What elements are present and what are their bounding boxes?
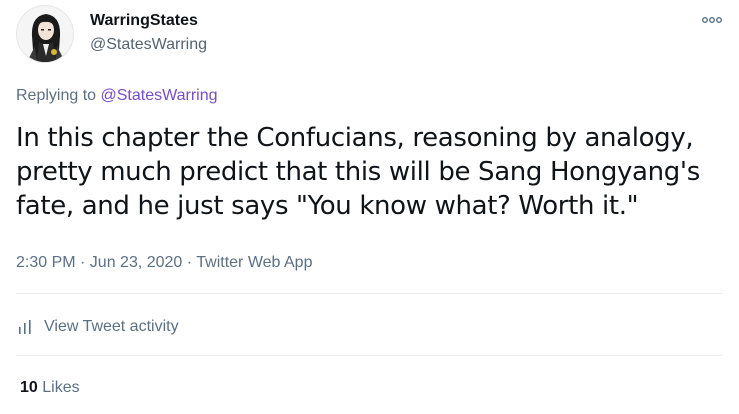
divider bbox=[16, 293, 723, 294]
tweet-text-line: fate, and he just says "You know what? W… bbox=[16, 191, 639, 221]
likes-label: Likes bbox=[42, 379, 80, 396]
likes-stat[interactable]: 10 Likes bbox=[20, 378, 80, 398]
view-tweet-activity-button[interactable]: View Tweet activity bbox=[16, 316, 179, 338]
avatar[interactable] bbox=[16, 5, 74, 63]
replying-to: Replying to @StatesWarring bbox=[16, 86, 218, 106]
more-horizontal-icon bbox=[702, 16, 723, 23]
more-options-button[interactable] bbox=[700, 10, 724, 30]
likes-count: 10 bbox=[20, 379, 38, 396]
avatar-image bbox=[17, 6, 73, 62]
divider bbox=[16, 355, 723, 356]
reply-mention-link[interactable]: @StatesWarring bbox=[101, 87, 218, 104]
tweet-text-line: In this chapter the Confucians, reasonin… bbox=[16, 123, 694, 153]
view-tweet-activity-label: View Tweet activity bbox=[44, 318, 179, 335]
author-handle[interactable]: @StatesWarring bbox=[90, 35, 207, 55]
tweet-detail: WarringStates @StatesWarring Replying to… bbox=[0, 0, 739, 414]
replying-to-label: Replying to bbox=[16, 87, 101, 104]
tweet-timestamp[interactable]: 2:30 PM · Jun 23, 2020 · Twitter Web App bbox=[16, 253, 312, 273]
bar-chart-icon bbox=[19, 320, 31, 334]
tweet-text-line: pretty much predict that this will be Sa… bbox=[16, 157, 700, 187]
tweet-text: In this chapter the Confucians, reasonin… bbox=[16, 121, 726, 223]
author-display-name[interactable]: WarringStates bbox=[90, 11, 198, 31]
